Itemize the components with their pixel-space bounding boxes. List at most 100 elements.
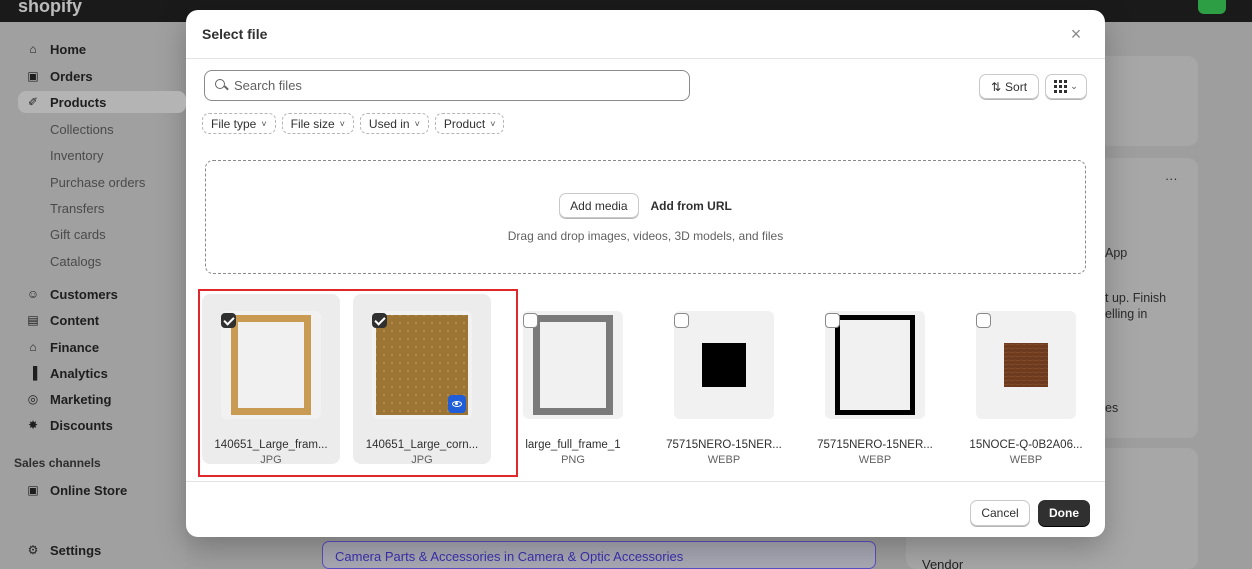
filter-product[interactable]: Product ˅: [434, 113, 505, 134]
sidebar-item-label: Customers: [50, 286, 118, 302]
orders-icon: ▣: [27, 69, 39, 83]
search-icon: [215, 79, 228, 92]
modal-footer: Cancel Done: [186, 481, 1105, 537]
sidebar-item-label: Gift cards: [50, 226, 106, 242]
gear-icon: ⚙: [27, 543, 39, 557]
more-menu-icon[interactable]: ···: [1165, 172, 1178, 186]
sort-button[interactable]: ⇅ Sort: [979, 74, 1039, 99]
sidebar-item-label: Transfers: [50, 200, 105, 216]
file-thumbnail: [372, 311, 472, 419]
add-media-button[interactable]: Add media: [559, 193, 639, 218]
file-card[interactable]: 140651_Large_corn... JPG: [353, 294, 491, 466]
sidebar-item-label: Discounts: [50, 417, 113, 433]
avatar[interactable]: [1198, 0, 1226, 14]
file-card[interactable]: large_full_frame_1 PNG: [504, 294, 642, 466]
sidebar-item-label: Orders: [50, 68, 93, 84]
sidebar-item-gift-cards[interactable]: Gift cards: [50, 223, 106, 245]
file-name: 140651_Large_corn...: [365, 439, 479, 451]
view-toggle-button[interactable]: ⌄: [1045, 74, 1087, 99]
select-file-modal: Select file × ⇅ Sort ⌄ File type˅File si…: [186, 10, 1105, 537]
tag-icon: ✐: [27, 95, 39, 109]
file-thumbnail: [976, 311, 1076, 419]
filter-used-in[interactable]: Used in ˅: [359, 113, 429, 134]
chevron-down-icon: ⌄: [1070, 81, 1078, 91]
sidebar-item-label: Home: [50, 41, 87, 57]
file-thumbnail: [674, 311, 774, 419]
file-name: large_full_frame_1: [525, 439, 621, 451]
person-icon: ☺: [26, 287, 40, 301]
bank-icon: ⌂: [29, 340, 37, 354]
file-card[interactable]: 15NOCE-Q-0B2A06... WEBP: [957, 294, 1095, 466]
sidebar-item-label: Collections: [50, 121, 114, 137]
file-type: PNG: [561, 454, 585, 466]
filter-label: File size: [290, 116, 335, 131]
sales-channels-label: Sales channels: [14, 456, 101, 470]
sidebar-item-orders[interactable]: ▣ Orders: [26, 65, 93, 87]
file-type: WEBP: [707, 454, 741, 466]
sidebar-item-label: Analytics: [50, 365, 108, 381]
sidebar-item-label: Online Store: [50, 482, 128, 498]
sidebar-item-online-store[interactable]: ▣ Online Store: [26, 479, 127, 501]
sidebar-item-inventory[interactable]: Inventory: [50, 144, 103, 166]
search-field[interactable]: [204, 70, 690, 101]
file-type: JPG: [260, 454, 282, 466]
checkbox-checked[interactable]: [372, 313, 387, 328]
modal-header: Select file ×: [186, 10, 1105, 59]
sidebar-item-analytics[interactable]: ▐ Analytics: [26, 362, 108, 384]
checkbox[interactable]: [523, 313, 538, 328]
file-thumbnail: [825, 311, 925, 419]
file-grid: 140651_Large_fram... JPG 140651_Large_corn…: [202, 294, 1095, 466]
sidebar-item-finance[interactable]: ⌂ Finance: [26, 336, 99, 358]
filter-bar: File type ˅ File size ˅ Used in ˅ Product ˅: [202, 113, 505, 134]
file-name: 75715NERO-15NER...: [666, 439, 782, 451]
file-thumbnail: [523, 311, 623, 419]
file-card[interactable]: 140651_Large_fram... JPG: [202, 294, 340, 466]
sidebar-item-catalogs[interactable]: Catalogs: [50, 250, 101, 272]
file-dropzone[interactable]: Add media Add from URL Drag and drop ima…: [205, 160, 1086, 274]
sidebar-item-marketing[interactable]: ◎ Marketing: [26, 388, 112, 410]
sidebar-item-label: Products: [50, 94, 107, 110]
sidebar-item-settings[interactable]: ⚙ Settings: [26, 539, 102, 561]
checkbox[interactable]: [976, 313, 991, 328]
file-type: JPG: [411, 454, 433, 466]
sidebar-item-purchase-orders[interactable]: Purchase orders: [50, 171, 145, 193]
sidebar-item-content[interactable]: ▤ Content: [26, 309, 99, 331]
side-text: elling in: [1105, 307, 1148, 321]
chevron-down-icon: ˅: [339, 118, 345, 129]
dropzone-hint: Drag and drop images, videos, 3D models,…: [507, 229, 784, 243]
sidebar-item-label: Catalogs: [50, 253, 102, 269]
add-from-url-link[interactable]: Add from URL: [651, 199, 732, 213]
filter-label: File type: [211, 116, 257, 131]
close-icon[interactable]: ×: [1065, 23, 1087, 45]
category-select[interactable]: Camera Parts & Accessories in Camera & O…: [322, 541, 876, 569]
checkbox[interactable]: [825, 313, 840, 328]
sidebar-item-label: Marketing: [50, 391, 112, 407]
sidebar-item-label: Finance: [50, 339, 100, 355]
filter-file-type[interactable]: File type ˅: [202, 113, 276, 134]
file-name: 15NOCE-Q-0B2A06...: [969, 439, 1083, 451]
file-card[interactable]: 75715NERO-15NER... WEBP: [655, 294, 793, 466]
sidebar-item-customers[interactable]: ☺ Customers: [26, 283, 118, 305]
sidebar-item-discounts[interactable]: ✸ Discounts: [26, 414, 113, 436]
bar-chart-icon: ▐: [28, 366, 38, 380]
checkbox[interactable]: [674, 313, 689, 328]
chevron-down-icon: ˅: [414, 118, 420, 129]
search-input[interactable]: [234, 78, 674, 93]
home-icon: ⌂: [29, 42, 37, 56]
eye-icon[interactable]: [448, 395, 466, 413]
grid-icon: [1054, 80, 1068, 93]
done-button[interactable]: Done: [1038, 500, 1090, 526]
sidebar-item-transfers[interactable]: Transfers: [50, 197, 104, 219]
chevron-down-icon: ˅: [490, 118, 496, 129]
sidebar-item-label: Settings: [50, 542, 102, 558]
sidebar-item-products[interactable]: ✐ Products: [18, 91, 186, 113]
sort-label: Sort: [1005, 79, 1028, 94]
file-card[interactable]: 75715NERO-15NER... WEBP: [806, 294, 944, 466]
filter-file-size[interactable]: File size ˅: [281, 113, 354, 134]
file-type: WEBP: [858, 454, 892, 466]
sidebar-item-collections[interactable]: Collections: [50, 118, 114, 140]
shopify-logo: shopify: [18, 0, 83, 16]
checkbox-checked[interactable]: [221, 313, 236, 328]
cancel-button[interactable]: Cancel: [970, 500, 1030, 526]
sidebar-item-home[interactable]: ⌂ Home: [26, 38, 86, 60]
